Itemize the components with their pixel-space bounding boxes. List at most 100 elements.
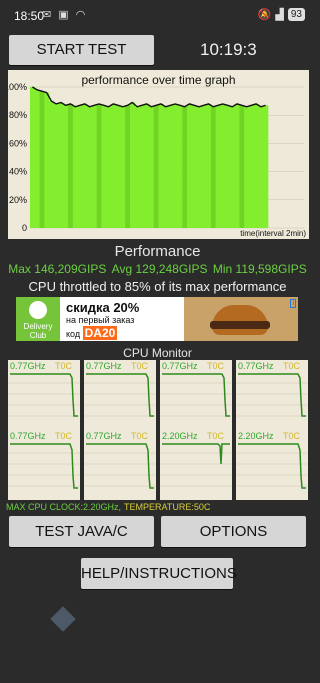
ad-banner[interactable]: Delivery Club скидка 20% на первый заказ… — [16, 297, 298, 341]
help-instructions-button[interactable]: HELP/INSTRUCTIONS — [81, 558, 237, 589]
start-test-button[interactable]: START TEST — [9, 35, 154, 65]
perf-bar — [72, 106, 78, 228]
cpu-core-freq: 0.77GHz — [238, 361, 274, 371]
watermark-logo — [34, 606, 104, 644]
perf-bar — [106, 106, 112, 228]
cpu-temperature: TEMPERATURE:50C — [124, 502, 211, 512]
watermark-mark-icon — [50, 606, 76, 632]
perf-bar — [87, 106, 93, 228]
ad-headline: скидка 20% — [66, 300, 140, 315]
cpu-freq-line — [238, 443, 306, 489]
perf-bar — [215, 105, 221, 228]
elapsed-clock: 10:19:3 — [200, 40, 257, 59]
perf-bar — [253, 103, 259, 228]
perf-avg: Avg 129,248GIPS — [111, 262, 208, 276]
burger-image — [184, 297, 298, 341]
mail-icon: ✉ — [42, 9, 54, 21]
perf-min: Min 119,598GIPS — [212, 262, 307, 276]
cpu-core-freq: 2.20GHz — [238, 431, 274, 441]
max-cpu-clock: MAX CPU CLOCK:2.20GHz, — [6, 502, 122, 512]
cpu-core-temp: T0C — [283, 431, 301, 441]
ad-info-icon[interactable]: i — [290, 299, 296, 308]
test-java-c-button[interactable]: TEST JAVA/C — [9, 516, 154, 547]
cpu-core-temp: T0C — [55, 431, 73, 441]
perf-bar — [163, 106, 169, 228]
ad-subline: на первый заказ — [66, 315, 135, 325]
perf-bar — [229, 106, 235, 228]
perf-bar — [34, 89, 40, 228]
cpu-core-temp: T0C — [131, 361, 149, 371]
ad-code-line: код DA20 — [66, 326, 118, 340]
perf-bar — [96, 103, 102, 228]
perf-bar — [210, 106, 216, 228]
options-button[interactable]: OPTIONS — [161, 516, 306, 547]
performance-graph: performance over time graph 100%80%60%40… — [4, 70, 309, 239]
cpu-freq-line — [86, 373, 154, 417]
cpu-core-freq: 0.77GHz — [10, 361, 46, 371]
perf-max: Max 146,209GIPS — [8, 262, 107, 276]
perf-bar — [120, 106, 126, 228]
perf-bar — [139, 105, 145, 228]
image-icon: ▣ — [58, 9, 71, 21]
burger-patty — [210, 321, 270, 329]
cpu-freq-line — [10, 443, 78, 489]
cpu-freq-line — [162, 373, 230, 417]
cpu-core-temp: T0C — [55, 361, 73, 371]
cpu-core-freq: 0.77GHz — [10, 431, 46, 441]
cpu-freq-line — [86, 443, 154, 489]
perf-bar — [172, 103, 178, 228]
wifi-icon: ◠ — [75, 9, 88, 21]
perf-bar — [263, 105, 269, 228]
cpu-freq-line — [10, 373, 78, 417]
status-bar: 18:50 ✉ ▣ ◠ 🔕 ▟ 93 — [0, 0, 315, 30]
cpu-core-cell: 2.20GHz T0C — [236, 430, 308, 500]
perf-bar — [182, 106, 188, 228]
status-time: 18:50 — [14, 9, 45, 23]
battery-indicator: 93 — [287, 8, 305, 21]
perf-bar — [68, 103, 74, 228]
perf-bar — [201, 105, 207, 228]
perf-bar — [196, 106, 202, 228]
status-right: 🔕 ▟ 93 — [258, 8, 305, 21]
perf-bar — [258, 106, 264, 228]
cpu-core-temp: T0C — [283, 361, 301, 371]
ad-code-prefix: код — [66, 329, 81, 339]
perf-bar — [134, 106, 140, 228]
perf-bar — [220, 103, 226, 228]
ad-promo-code: DA20 — [82, 326, 118, 340]
perf-bar — [153, 105, 159, 228]
perf-bar — [82, 103, 88, 228]
cpu-monitor-title: CPU Monitor — [123, 346, 192, 360]
perf-bar — [149, 106, 155, 228]
logo-mark-icon — [29, 301, 47, 319]
perf-bar — [234, 103, 240, 228]
y-tick-label: 0 — [22, 223, 27, 233]
ad-brand: Delivery Club — [23, 322, 53, 340]
cpu-freq-line — [238, 373, 306, 417]
perf-bar — [53, 103, 59, 228]
perf-bar — [30, 87, 36, 228]
mute-icon: 🔕 — [257, 9, 272, 21]
perf-bar — [129, 102, 136, 228]
perf-bar — [244, 106, 250, 228]
delivery-club-logo: Delivery Club — [16, 297, 60, 341]
cpu-core-cell: 2.20GHz T0C — [160, 430, 232, 500]
perf-line — [32, 86, 266, 108]
x-axis-label: time(interval 2min) — [240, 229, 306, 238]
perf-bar — [91, 105, 97, 228]
perf-bar — [63, 105, 69, 228]
cpu-freq-line — [162, 443, 230, 465]
signal-icon: ▟ — [275, 9, 284, 21]
throttle-text: CPU throttled to 85% of its max performa… — [28, 279, 287, 294]
perf-bar — [225, 105, 231, 228]
perf-bar — [158, 103, 164, 228]
perf-bar — [101, 105, 107, 228]
y-tick-label: 60% — [9, 138, 27, 148]
cpu-core-freq: 0.77GHz — [162, 361, 198, 371]
perf-bar — [206, 103, 212, 228]
perf-bar — [44, 92, 50, 228]
performance-title: Performance — [114, 243, 201, 260]
y-tick-label: 20% — [9, 195, 27, 205]
perf-bar — [239, 105, 245, 228]
cpu-core-freq: 0.77GHz — [86, 361, 122, 371]
